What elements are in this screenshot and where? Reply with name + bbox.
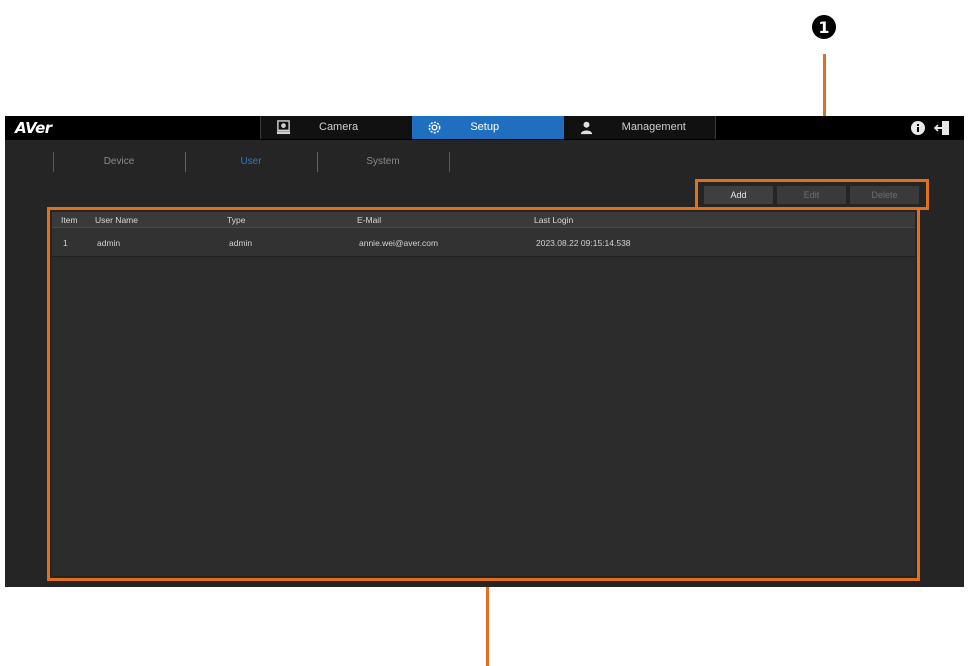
subtab-divider	[449, 152, 450, 172]
delete-button[interactable]: Delete	[850, 186, 919, 204]
column-header-type[interactable]: Type	[227, 215, 245, 225]
edit-button[interactable]: Edit	[777, 186, 846, 204]
subtab-user[interactable]: User	[186, 156, 316, 167]
callout-number-badge: 1	[812, 15, 836, 39]
column-header-last-login[interactable]: Last Login	[534, 215, 573, 225]
column-header-item[interactable]: Item	[61, 215, 78, 225]
column-header-email[interactable]: E-Mail	[357, 215, 381, 225]
table-row[interactable]: 1 admin admin annie.wei@aver.com 2023.08…	[52, 228, 915, 257]
tab-setup[interactable]: Setup	[412, 116, 564, 139]
user-icon	[580, 121, 592, 135]
tab-management-label: Management	[621, 121, 686, 133]
cell-item: 1	[63, 238, 68, 248]
aver-logo: AVer	[15, 119, 52, 137]
info-icon[interactable]	[910, 120, 926, 136]
add-button[interactable]: Add	[704, 186, 773, 204]
cell-last-login: 2023.08.22 09:15:14.538	[536, 238, 631, 248]
table-header: Item User Name Type E-Mail Last Login	[52, 212, 915, 228]
top-bar: AVer Camera Setup Management	[5, 116, 964, 140]
logout-icon[interactable]	[934, 120, 950, 136]
tab-camera[interactable]: Camera	[261, 116, 413, 139]
user-table: Item User Name Type E-Mail Last Login 1 …	[52, 212, 915, 576]
top-right-icons	[910, 120, 950, 136]
app-window: AVer Camera Setup Management Device User…	[5, 116, 964, 587]
subtab-system[interactable]: System	[318, 156, 448, 167]
main-tabs: Camera Setup Management	[260, 116, 716, 139]
cell-user-name: admin	[97, 238, 121, 248]
cell-type: admin	[229, 238, 253, 248]
gear-icon	[428, 121, 441, 134]
camera-icon	[276, 120, 291, 135]
callout-line-bottom	[486, 582, 489, 666]
column-header-user-name[interactable]: User Name	[95, 215, 138, 225]
tab-setup-label: Setup	[470, 121, 500, 133]
tab-camera-label: Camera	[319, 121, 359, 133]
cell-email: annie.wei@aver.com	[359, 238, 439, 248]
tab-management[interactable]: Management	[563, 116, 715, 139]
subtab-device[interactable]: Device	[54, 156, 184, 167]
